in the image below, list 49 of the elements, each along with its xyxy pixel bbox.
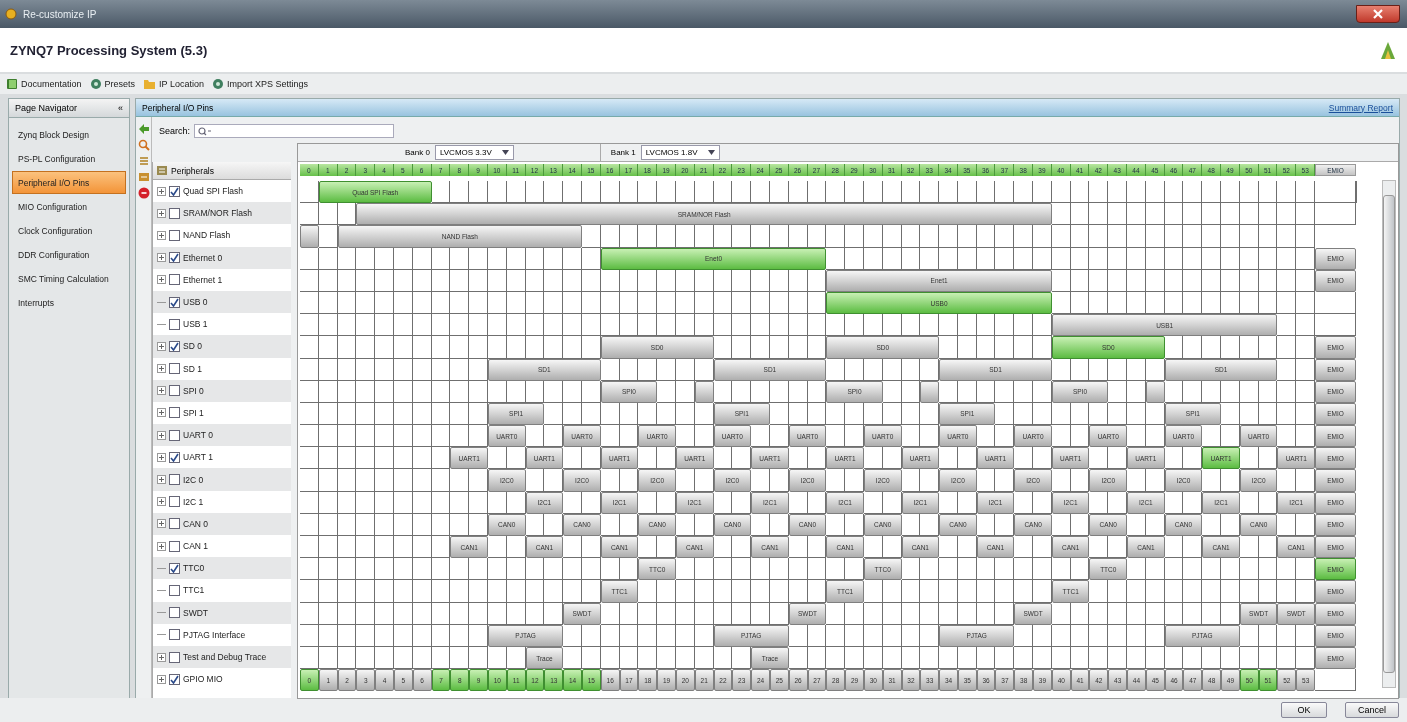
peripheral-name: TTC1 xyxy=(183,585,205,596)
nav-item[interactable]: SMC Timing Calculation xyxy=(12,267,126,290)
nav-item[interactable]: Zynq Block Design xyxy=(12,123,126,146)
peripheral-name: SRAM/NOR Flash xyxy=(183,208,252,219)
peripheral-name: CAN 1 xyxy=(183,541,209,552)
nav-item[interactable]: MIO Configuration xyxy=(12,195,126,218)
nav-item[interactable]: Interrupts xyxy=(12,291,126,314)
peripheral-name: CAN 0 xyxy=(183,518,209,529)
peripheral-name: UART 0 xyxy=(183,430,213,441)
collapse-button[interactable]: « xyxy=(118,103,123,113)
voltage-dropdown[interactable]: LVCMOS 3.3V xyxy=(434,145,514,160)
nav-item[interactable]: Clock Configuration xyxy=(12,219,126,242)
peripheral-name: Quad SPI Flash xyxy=(183,186,243,197)
bank-label: Bank 1 xyxy=(610,148,636,157)
peripheral-name: I2C 0 xyxy=(183,474,204,485)
dialog-title: ZYNQ7 Processing System (5.3) xyxy=(10,42,208,58)
panel-title: Peripheral I/O Pins xyxy=(142,102,214,113)
peripheral-name: PJTAG Interface xyxy=(183,629,246,640)
peripheral-name: USB 1 xyxy=(183,319,208,330)
voltage-dropdown[interactable]: LVCMOS 1.8V xyxy=(640,145,720,160)
panel-title: Page Navigator xyxy=(15,103,78,113)
nav-item[interactable]: Peripheral I/O Pins xyxy=(12,171,126,194)
peripheral-name: TTC0 xyxy=(183,563,205,574)
peripheral-name: SWDT xyxy=(183,607,209,618)
summary-report-link[interactable]: Summary Report xyxy=(1328,102,1393,113)
peripheral-name: SPI 0 xyxy=(183,385,204,396)
peripheral-name: I2C 1 xyxy=(183,496,204,507)
peripheral-name: SPI 1 xyxy=(183,407,204,418)
peripheral-name: UART 1 xyxy=(183,452,213,463)
peripheral-name: USB 0 xyxy=(183,297,208,308)
peripheral-name: Ethernet 0 xyxy=(183,252,223,263)
peripheral-name: Ethernet 1 xyxy=(183,274,223,285)
toolbar-link[interactable]: Import XPS Settings xyxy=(211,78,308,90)
nav-item[interactable]: DDR Configuration xyxy=(12,243,126,266)
column-header: Peripherals xyxy=(171,165,214,176)
nav-item[interactable]: PS-PL Configuration xyxy=(12,147,126,170)
dialog-button[interactable]: Cancel xyxy=(1345,702,1399,718)
peripheral-name: SD 0 xyxy=(183,341,202,352)
toolbar-link[interactable]: IP Location xyxy=(143,78,204,90)
bank-label: Bank 0 xyxy=(405,148,430,157)
peripheral-name: SD 1 xyxy=(183,363,202,374)
peripheral-name: NAND Flash xyxy=(183,230,231,241)
window-title: Re-customize IP xyxy=(23,8,97,20)
peripheral-name: GPIO MIO xyxy=(183,674,223,685)
search-label: Search: xyxy=(159,126,191,136)
dialog-button[interactable]: OK xyxy=(1281,702,1327,718)
toolbar-link[interactable]: Presets xyxy=(89,78,136,90)
peripheral-name: Test and Debug Trace xyxy=(183,652,267,663)
toolbar-link[interactable]: Documentation xyxy=(6,78,82,90)
